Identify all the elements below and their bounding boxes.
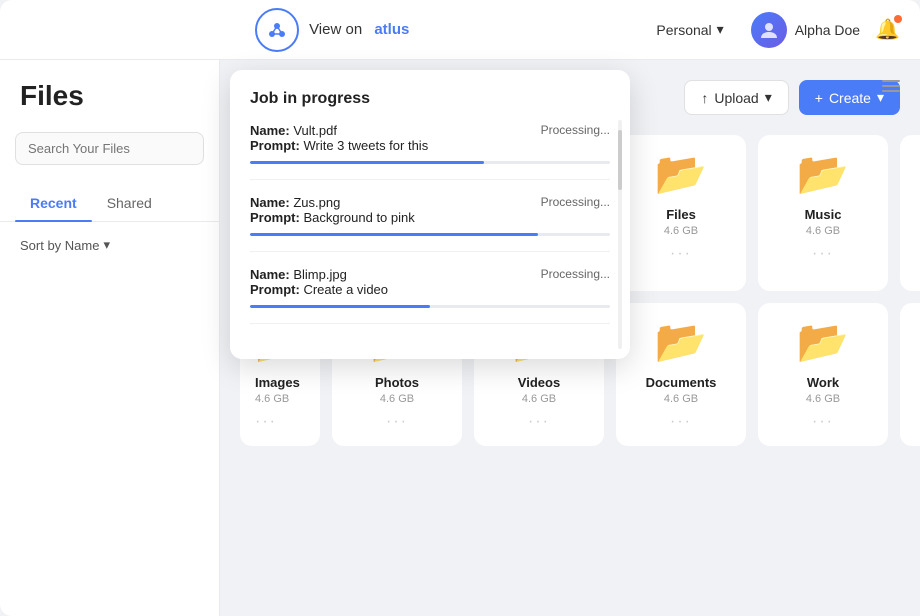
scrollbar-track — [618, 120, 622, 349]
upload-button[interactable]: ↑ Upload ▾ — [684, 80, 788, 115]
progress-fill — [250, 305, 430, 308]
folder-icon-container: 📂 — [655, 150, 707, 199]
navbar-center: View on atlus — [255, 8, 409, 52]
folder-menu-dots[interactable]: ··· — [528, 413, 550, 431]
search-input[interactable] — [15, 132, 204, 165]
page-title: Files — [0, 80, 219, 132]
job-header: Name: Zus.png Prompt: Background to pink… — [250, 195, 610, 225]
progress-fill — [250, 161, 484, 164]
folder-icon-container: 📂 — [655, 318, 707, 367]
folder-icon-container: 📂 — [797, 150, 849, 199]
view-toggle[interactable] — [882, 80, 900, 92]
folder-name: Documents — [646, 375, 717, 390]
job-item-3: Name: Blimp.jpg Prompt: Create a video P… — [250, 267, 610, 324]
personal-label: Personal — [656, 22, 711, 38]
folder-icon: 📂 — [655, 150, 707, 197]
folder-december[interactable]: 📂 December 4.6 GB ··· — [900, 303, 920, 446]
job-prompt: Prompt: Create a video — [250, 282, 531, 297]
folder-work[interactable]: 📂 Work 4.6 GB ··· — [758, 303, 888, 446]
folder-sensitive[interactable]: 📂 Sensitive 4.6 GB ··· — [900, 135, 920, 291]
job-prompt: Prompt: Background to pink — [250, 210, 531, 225]
navbar-right: Personal ▾ Alpha Doe 🔔 — [644, 12, 900, 48]
avatar — [751, 12, 787, 48]
folder-icon: 📂 — [655, 318, 707, 365]
job-name: Name: Zus.png — [250, 195, 531, 210]
folder-size: 4.6 GB — [255, 393, 289, 405]
folder-size: 4.6 GB — [380, 393, 414, 405]
folder-name: Music — [805, 207, 842, 222]
logo-circle[interactable] — [255, 8, 299, 52]
folder-menu-dots[interactable]: ··· — [670, 413, 692, 431]
folder-music[interactable]: 📂 Music 4.6 GB ··· — [758, 135, 888, 291]
folder-name: Photos — [375, 375, 419, 390]
folder-menu-dots[interactable]: ··· — [255, 413, 277, 431]
tabs: Recent Shared — [0, 185, 219, 222]
atlus-text: atlus — [374, 21, 409, 38]
bell-area: 🔔 — [875, 17, 900, 42]
folder-menu-dots[interactable]: ··· — [670, 245, 692, 263]
job-name: Name: Blimp.jpg — [250, 267, 531, 282]
job-item-1: Name: Vult.pdf Prompt: Write 3 tweets fo… — [250, 123, 610, 180]
logo-icon — [265, 18, 289, 42]
folder-name: Work — [807, 375, 839, 390]
folder-name: Images — [255, 375, 300, 390]
job-info: Name: Zus.png Prompt: Background to pink — [250, 195, 531, 225]
tab-recent[interactable]: Recent — [15, 185, 92, 221]
app-container: View on atlus Personal ▾ Alpha Doe 🔔 — [0, 0, 920, 616]
job-info: Name: Vult.pdf Prompt: Write 3 tweets fo… — [250, 123, 531, 153]
folder-size: 4.6 GB — [664, 225, 698, 237]
sort-row[interactable]: Sort by Name ▾ — [0, 237, 219, 268]
upload-chevron-icon: ▾ — [765, 89, 772, 106]
chevron-down-icon: ▾ — [717, 21, 724, 38]
create-label: Create — [829, 90, 871, 106]
folder-menu-dots[interactable]: ··· — [812, 413, 834, 431]
job-name: Name: Vult.pdf — [250, 123, 531, 138]
job-header: Name: Blimp.jpg Prompt: Create a video P… — [250, 267, 610, 297]
folder-menu-dots[interactable]: ··· — [812, 245, 834, 263]
folder-documents[interactable]: 📂 Documents 4.6 GB ··· — [616, 303, 746, 446]
folder-icon: 📂 — [797, 318, 849, 365]
popup-title: Job in progress — [250, 90, 610, 108]
job-prompt: Prompt: Write 3 tweets for this — [250, 138, 531, 153]
job-progress-popup: Job in progress Name: Vult.pdf Prompt: W… — [230, 70, 630, 359]
job-status: Processing... — [541, 195, 610, 209]
bell-badge — [894, 15, 902, 23]
job-header: Name: Vult.pdf Prompt: Write 3 tweets fo… — [250, 123, 610, 153]
upload-icon: ↑ — [701, 90, 708, 106]
sort-chevron-icon: ▾ — [103, 237, 110, 253]
folder-size: 4.6 GB — [522, 393, 556, 405]
job-item-2: Name: Zus.png Prompt: Background to pink… — [250, 195, 610, 252]
navbar-brand: View on atlus — [309, 21, 409, 38]
progress-bar — [250, 233, 610, 236]
avatar-icon — [759, 20, 779, 40]
folder-icon-container: 📂 — [797, 318, 849, 367]
upload-label: Upload — [714, 90, 758, 106]
folder-name: Files — [666, 207, 696, 222]
progress-fill — [250, 233, 538, 236]
progress-bar — [250, 161, 610, 164]
sidebar: Files Recent Shared Sort by Name ▾ — [0, 60, 220, 616]
create-plus-icon: + — [815, 90, 823, 106]
folder-files[interactable]: 📂 Files 4.6 GB ··· — [616, 135, 746, 291]
user-name: Alpha Doe — [795, 22, 860, 38]
folder-icon: 📂 — [797, 150, 849, 197]
view-on-text: View on — [309, 21, 362, 38]
sort-label: Sort by Name — [20, 238, 99, 253]
tab-shared[interactable]: Shared — [92, 185, 167, 221]
navbar: View on atlus Personal ▾ Alpha Doe 🔔 — [0, 0, 920, 60]
job-status: Processing... — [541, 267, 610, 281]
job-status: Processing... — [541, 123, 610, 137]
job-info: Name: Blimp.jpg Prompt: Create a video — [250, 267, 531, 297]
progress-bar — [250, 305, 610, 308]
folder-size: 4.6 GB — [664, 393, 698, 405]
folder-size: 4.6 GB — [806, 393, 840, 405]
folder-name: Videos — [518, 375, 560, 390]
folder-size: 4.6 GB — [806, 225, 840, 237]
scrollbar-thumb[interactable] — [618, 130, 622, 190]
user-area: Alpha Doe — [751, 12, 860, 48]
personal-dropdown[interactable]: Personal ▾ — [644, 15, 735, 44]
folder-menu-dots[interactable]: ··· — [386, 413, 408, 431]
